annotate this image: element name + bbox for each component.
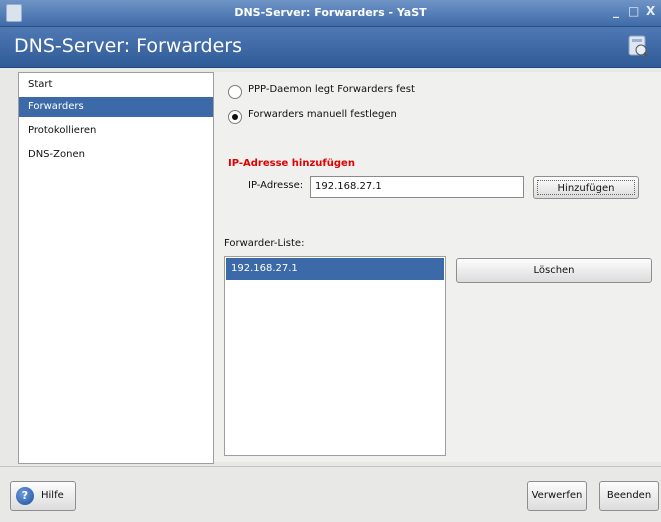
maximize-icon[interactable]: □ bbox=[628, 4, 639, 18]
forwarder-list[interactable]: 192.168.27.1 bbox=[224, 256, 446, 456]
radio-manual[interactable] bbox=[228, 110, 242, 124]
quit-button[interactable]: Beenden bbox=[599, 481, 659, 511]
page-header: DNS-Server: Forwarders bbox=[0, 27, 661, 68]
sidebar-tree[interactable]: Start Forwarders Protokollieren DNS-Zone… bbox=[18, 72, 214, 464]
ip-address-label: IP-Adresse: bbox=[248, 180, 304, 191]
radio-ppp-label: PPP-Daemon legt Forwarders fest bbox=[248, 84, 415, 95]
list-item[interactable]: 192.168.27.1 bbox=[226, 258, 444, 280]
sidebar-item-forwarders[interactable]: Forwarders bbox=[19, 97, 213, 117]
forwarder-list-label: Forwarder-Liste: bbox=[224, 238, 305, 249]
delete-button[interactable]: Löschen bbox=[456, 258, 652, 283]
page-title: DNS-Server: Forwarders bbox=[14, 35, 242, 57]
yast-module-icon bbox=[628, 35, 648, 57]
add-button[interactable]: Hinzufügen bbox=[533, 176, 639, 199]
help-icon: ? bbox=[16, 487, 34, 505]
window-titlebar: DNS-Server: Forwarders - YaST _ □ X bbox=[0, 0, 661, 27]
sidebar-item-start[interactable]: Start bbox=[19, 75, 213, 95]
main-panel: PPP-Daemon legt Forwarders fest Forwarde… bbox=[214, 72, 661, 462]
add-ip-section-title: IP-Adresse hinzufügen bbox=[228, 158, 355, 169]
add-button-label: Hinzufügen bbox=[537, 180, 635, 195]
sidebar-item-protokollieren[interactable]: Protokollieren bbox=[19, 121, 213, 141]
radio-ppp[interactable] bbox=[228, 85, 242, 99]
close-icon[interactable]: X bbox=[646, 4, 655, 18]
discard-button[interactable]: Verwerfen bbox=[527, 481, 587, 511]
minimize-icon[interactable]: _ bbox=[613, 4, 619, 18]
ip-address-input[interactable]: 192.168.27.1 bbox=[310, 176, 524, 198]
window-title: DNS-Server: Forwarders - YaST bbox=[234, 6, 427, 19]
sidebar-item-dns-zonen[interactable]: DNS-Zonen bbox=[19, 145, 213, 165]
help-button[interactable]: ? Hilfe bbox=[10, 481, 76, 511]
footer-divider bbox=[0, 466, 661, 467]
radio-manual-label: Forwarders manuell festlegen bbox=[248, 109, 397, 120]
help-button-label: Hilfe bbox=[41, 490, 64, 501]
